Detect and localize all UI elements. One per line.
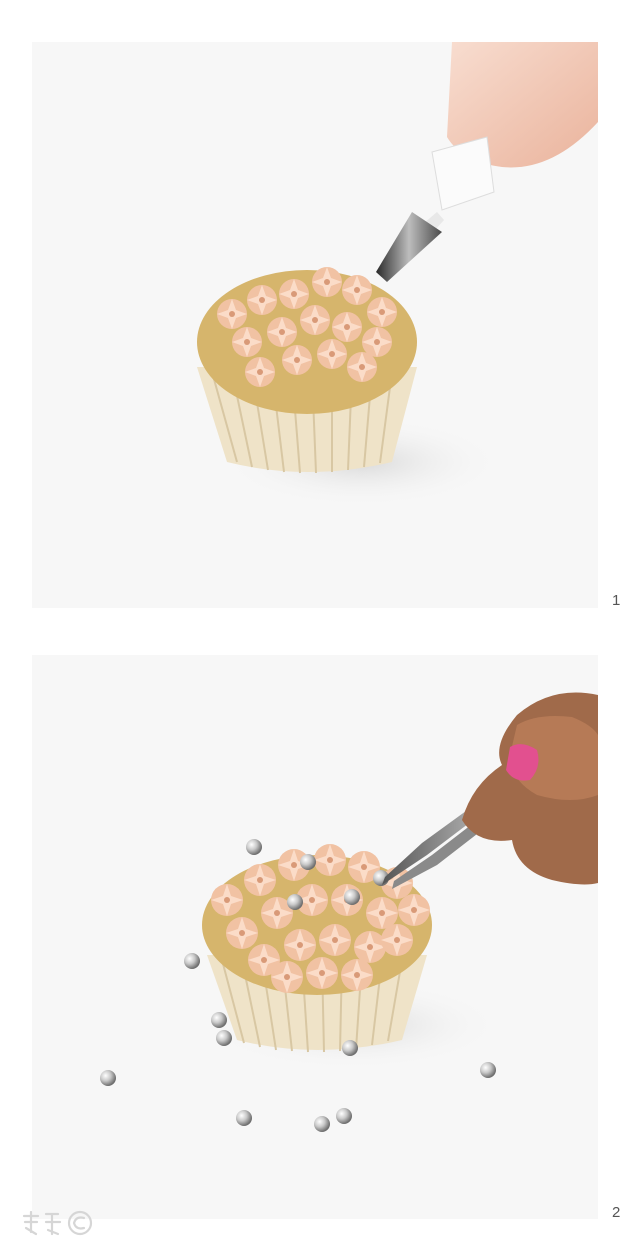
step-1-illustration <box>32 42 598 608</box>
step-number-1: 1 <box>612 592 621 609</box>
step-2-illustration <box>32 655 598 1219</box>
nail-polish <box>506 744 539 781</box>
step-number-2: 2 <box>612 1204 621 1221</box>
logo-watermark-icon <box>20 1208 104 1238</box>
step-2-photo <box>32 655 598 1219</box>
step-1-photo <box>32 42 598 608</box>
